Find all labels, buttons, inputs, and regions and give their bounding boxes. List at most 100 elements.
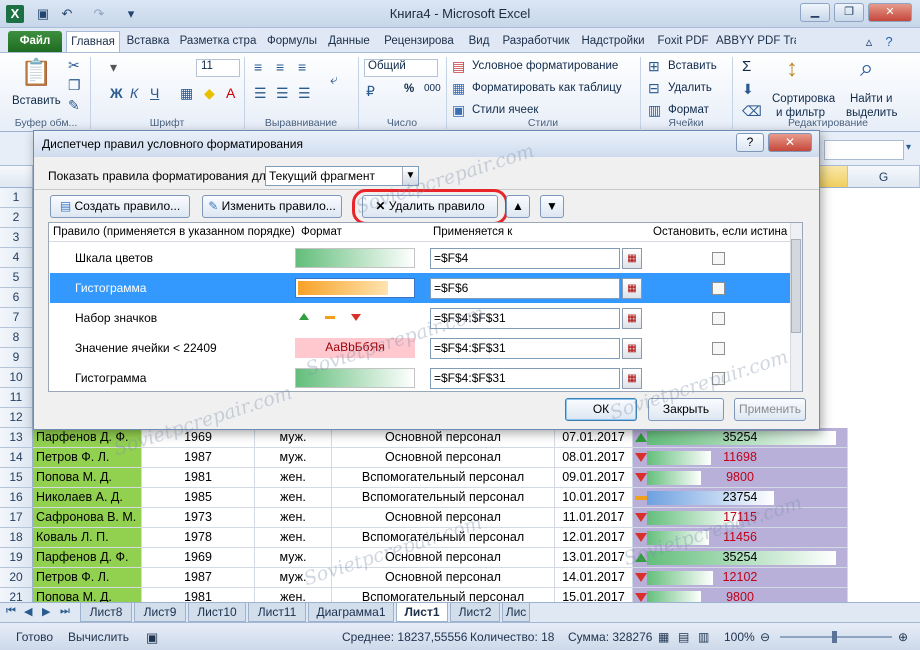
sheet-tab[interactable]: Лист11 [248, 603, 306, 622]
row-header[interactable]: 15 [0, 468, 33, 488]
tab-addins[interactable]: Надстройки [578, 31, 648, 52]
cell-sex[interactable]: муж. [255, 428, 332, 448]
select-all-corner[interactable] [0, 166, 33, 188]
tab-home[interactable]: Главная [66, 31, 120, 52]
help-icon[interactable]: ? [880, 33, 898, 51]
page-layout-view-icon[interactable]: ▤ [678, 630, 689, 644]
zoom-in-icon[interactable]: ⊕ [898, 630, 908, 644]
delete-cells-icon[interactable]: ⊟ [648, 80, 660, 97]
font-size-field[interactable]: 11 [196, 59, 240, 77]
cell-salary[interactable]: 35254 [633, 428, 848, 448]
conditional-formatting-button[interactable]: Условное форматирование [472, 60, 618, 72]
sheet-tab[interactable]: Лист8 [80, 603, 132, 622]
paste-icon[interactable]: 📋 [20, 57, 52, 88]
stop-if-true-checkbox[interactable] [712, 282, 725, 295]
cell-salary[interactable]: 23754 [633, 488, 848, 508]
row-header[interactable]: 21 [0, 588, 33, 602]
find-select-icon[interactable]: ⌕ [860, 55, 873, 83]
row-header[interactable]: 20 [0, 568, 33, 588]
cell-salary[interactable]: 12102 [633, 568, 848, 588]
zoom-out-icon[interactable]: ⊖ [760, 630, 770, 644]
apply-button[interactable]: Применить [734, 398, 806, 421]
next-sheet-icon[interactable]: ▶ [42, 605, 50, 618]
tab-page-layout[interactable]: Разметка стра [176, 31, 260, 52]
prev-sheet-icon[interactable]: ◀ [24, 605, 32, 618]
delete-cells-button[interactable]: Удалить [668, 82, 712, 94]
normal-view-icon[interactable]: ▦ [658, 630, 669, 644]
cell-name[interactable]: Петров Ф. Л. [33, 568, 142, 588]
thousands-separator-button[interactable]: 000 [424, 83, 441, 94]
cell-year[interactable]: 1987 [142, 568, 255, 588]
italic-icon[interactable]: К [130, 85, 138, 101]
row-header[interactable]: 16 [0, 488, 33, 508]
row-header[interactable]: 3 [0, 228, 33, 248]
row-header[interactable]: 13 [0, 428, 33, 448]
format-as-table-icon[interactable]: ▦ [452, 80, 465, 97]
zoom-slider-thumb[interactable] [832, 631, 837, 643]
cell-sex[interactable]: жен. [255, 468, 332, 488]
cell-date[interactable]: 12.01.2017 [555, 528, 633, 548]
zoom-level[interactable]: 100% [724, 630, 755, 644]
cell-sex[interactable]: жен. [255, 588, 332, 602]
formula-input[interactable] [824, 140, 904, 160]
format-painter-icon[interactable]: ✎ [68, 97, 80, 114]
rule-applies-to-field[interactable]: =$F$4:$F$31 [430, 368, 620, 389]
cell-position[interactable]: Основной персонал [332, 448, 555, 468]
create-rule-button[interactable]: ▤ Создать правило... [50, 195, 190, 218]
cell-date[interactable]: 11.01.2017 [555, 508, 633, 528]
align-top-icon[interactable]: ≡ [254, 59, 262, 75]
percent-button[interactable]: % [404, 83, 414, 95]
fill-icon[interactable]: ⬇ [742, 81, 754, 98]
rule-applies-to-field[interactable]: =$F$6 [430, 278, 620, 299]
sort-filter-label[interactable]: Сортировка [772, 93, 835, 105]
tab-abbyy[interactable]: ABBYY PDF Trar [716, 31, 796, 52]
align-bottom-icon[interactable]: ≡ [298, 59, 306, 75]
paste-button-label[interactable]: Вставить [12, 95, 61, 107]
sort-filter-icon[interactable]: ↕ [786, 55, 798, 83]
rules-list-scrollbar-thumb[interactable] [791, 239, 801, 333]
sheet-tab[interactable]: Лис [502, 603, 530, 622]
cell-position[interactable]: Вспомогательный персонал [332, 588, 555, 602]
cell-date[interactable]: 07.01.2017 [555, 428, 633, 448]
cell-sex[interactable]: жен. [255, 508, 332, 528]
rule-row[interactable]: Гистограмма =$F$6 ▦ [50, 273, 790, 303]
copy-icon[interactable]: ❐ [68, 77, 81, 94]
font-color-icon[interactable]: A [226, 85, 235, 101]
cell-sex[interactable]: жен. [255, 488, 332, 508]
range-picker-icon[interactable]: ▦ [622, 278, 642, 299]
cell-name[interactable]: Парфенов Д. Ф. [33, 548, 142, 568]
minimize-button[interactable]: ▁ [800, 3, 830, 22]
range-picker-icon[interactable]: ▦ [622, 248, 642, 269]
tab-view[interactable]: Вид [464, 31, 494, 52]
align-middle-icon[interactable]: ≡ [276, 59, 284, 75]
tab-data[interactable]: Данные [324, 31, 374, 52]
tab-file[interactable]: Файл [8, 31, 62, 52]
underline-icon[interactable]: Ч [150, 85, 159, 101]
cell-position[interactable]: Основной персонал [332, 428, 555, 448]
rule-applies-to-field[interactable]: =$F$4 [430, 248, 620, 269]
rule-row[interactable]: Шкала цветов =$F$4 ▦ [50, 243, 790, 273]
cell-salary[interactable]: 9800 [633, 468, 848, 488]
row-header[interactable]: 7 [0, 308, 33, 328]
last-sheet-icon[interactable]: ⏭ [60, 605, 70, 618]
align-center-icon[interactable]: ☰ [276, 85, 289, 102]
first-sheet-icon[interactable]: ⏮ [6, 605, 16, 618]
cell-salary[interactable]: 9800 [633, 588, 848, 602]
column-header-g[interactable]: G [848, 166, 920, 188]
tab-formulas[interactable]: Формулы [262, 31, 322, 52]
maximize-button[interactable]: ❐ [834, 3, 864, 22]
cell-name[interactable]: Попова М. Д. [33, 468, 142, 488]
cell-date[interactable]: 15.01.2017 [555, 588, 633, 602]
autosum-button[interactable]: Σ [742, 58, 751, 75]
wrap-text-icon[interactable]: ⤶ [330, 71, 338, 88]
range-picker-icon[interactable]: ▦ [622, 308, 642, 329]
page-break-view-icon[interactable]: ▥ [698, 630, 709, 644]
stop-if-true-checkbox[interactable] [712, 252, 725, 265]
cell-sex[interactable]: муж. [255, 448, 332, 468]
move-up-button[interactable]: ▲ [506, 195, 530, 218]
cell-position[interactable]: Вспомогательный персонал [332, 468, 555, 488]
row-header[interactable]: 9 [0, 348, 33, 368]
sheet-tab[interactable]: Лист1 [396, 603, 448, 622]
align-right-icon[interactable]: ☰ [298, 85, 311, 102]
cell-year[interactable]: 1969 [142, 548, 255, 568]
